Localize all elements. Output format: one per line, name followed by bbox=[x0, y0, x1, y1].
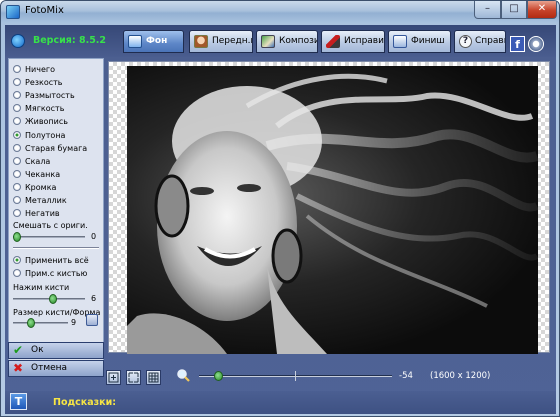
effect-option[interactable]: Размытость bbox=[13, 89, 75, 101]
effect-option-selected[interactable]: Полутона bbox=[13, 129, 65, 141]
maximize-button[interactable]: □ bbox=[501, 1, 527, 19]
main-client-area: Версия: 8.5.2 Фон Передн.п Компози Испра… bbox=[5, 25, 556, 414]
brush-pressure-label: Нажим кисти bbox=[13, 283, 70, 292]
effect-option[interactable]: Кромка bbox=[13, 181, 56, 193]
slider-knob[interactable] bbox=[13, 232, 21, 242]
brush-pressure-value: 6 bbox=[91, 294, 97, 303]
tab-label: Исправи bbox=[344, 36, 384, 46]
radio-dot bbox=[13, 209, 21, 217]
zoom-value: -54 bbox=[399, 371, 413, 381]
expand-icon bbox=[128, 372, 139, 383]
blend-value: 0 bbox=[91, 232, 97, 241]
tab-compose[interactable]: Компози bbox=[256, 30, 318, 53]
tab-label: Компози bbox=[279, 36, 318, 46]
help-icon: ? bbox=[459, 35, 472, 48]
compose-icon bbox=[261, 35, 275, 48]
brush-size-value: 9 bbox=[71, 318, 77, 327]
facebook-icon[interactable]: f bbox=[510, 36, 525, 52]
brush-size-slider[interactable]: 9 bbox=[13, 318, 83, 328]
slider-knob[interactable] bbox=[49, 294, 57, 304]
tab-foreground[interactable]: Передн.п bbox=[189, 30, 253, 53]
grid-icon bbox=[148, 372, 159, 383]
minimize-button[interactable]: – bbox=[474, 1, 501, 19]
radio-dot bbox=[13, 256, 21, 264]
preview-image bbox=[127, 66, 538, 354]
brush-shape-button[interactable] bbox=[86, 314, 98, 326]
cancel-label: Отмена bbox=[31, 363, 68, 373]
effect-option[interactable]: Ничего bbox=[13, 63, 55, 75]
slider-knob[interactable] bbox=[27, 318, 35, 328]
effect-option[interactable]: Металлик bbox=[13, 194, 67, 206]
blend-slider[interactable]: 0 bbox=[13, 232, 101, 242]
image-dimensions: (1600 x 1200) bbox=[430, 371, 491, 381]
tab-help[interactable]: ? Справка bbox=[454, 30, 506, 53]
title-bar[interactable]: FotoMix – □ ✕ bbox=[1, 1, 559, 23]
website-icon[interactable] bbox=[528, 36, 544, 52]
image-canvas[interactable] bbox=[108, 61, 550, 354]
effect-option[interactable]: Живопись bbox=[13, 115, 68, 127]
finish-icon bbox=[393, 35, 407, 48]
close-button[interactable]: ✕ bbox=[527, 1, 557, 19]
cancel-x-icon: ✖ bbox=[13, 361, 24, 375]
globe-icon[interactable] bbox=[11, 34, 25, 48]
radio-dot bbox=[13, 183, 21, 191]
radio-dot bbox=[13, 131, 21, 139]
ok-label: Ок bbox=[31, 345, 44, 355]
radio-dot bbox=[13, 196, 21, 204]
tab-finish[interactable]: Финиш bbox=[388, 30, 451, 53]
radio-dot bbox=[13, 91, 21, 99]
effect-option[interactable]: Резкость bbox=[13, 76, 63, 88]
brush-icon bbox=[326, 35, 340, 48]
blend-label: Смешать с ориги. bbox=[13, 221, 88, 230]
fit-window-button[interactable] bbox=[106, 370, 121, 385]
hints-label: Подсказки: bbox=[53, 397, 117, 408]
top-toolbar: Версия: 8.5.2 Фон Передн.п Компози Испра… bbox=[5, 25, 556, 57]
effect-option[interactable]: Чеканка bbox=[13, 168, 60, 180]
full-size-button[interactable] bbox=[126, 370, 141, 385]
radio-dot bbox=[13, 269, 21, 277]
portrait-icon bbox=[194, 35, 208, 48]
divider bbox=[13, 247, 99, 249]
cancel-button[interactable]: ✖ Отмена bbox=[8, 360, 104, 377]
magnifier-icon bbox=[177, 369, 190, 382]
tab-label: Справка bbox=[475, 36, 505, 46]
woman-with-smoke-hair-image bbox=[127, 73, 538, 354]
radio-dot bbox=[13, 157, 21, 165]
radio-dot bbox=[13, 65, 21, 73]
tab-background[interactable]: Фон bbox=[123, 30, 184, 53]
brush-pressure-slider[interactable]: 6 bbox=[13, 294, 101, 304]
tips-toggle-icon[interactable]: T bbox=[10, 393, 27, 410]
app-window: FotoMix – □ ✕ Версия: 8.5.2 Фон Передн.п… bbox=[0, 0, 560, 417]
tab-label: Финиш bbox=[411, 36, 445, 46]
background-icon bbox=[128, 35, 142, 48]
fotomix-app-icon bbox=[6, 5, 20, 19]
effect-option[interactable]: Старая бумага bbox=[13, 142, 87, 154]
apply-brush-option[interactable]: Прим.с кистью bbox=[13, 267, 87, 279]
fit-icon bbox=[108, 372, 119, 383]
apply-all-option[interactable]: Применить всё bbox=[13, 254, 89, 266]
effect-option[interactable]: Мягкость bbox=[13, 102, 64, 114]
slider-knob[interactable] bbox=[214, 371, 223, 381]
tab-label: Передн.п bbox=[212, 36, 253, 46]
effect-option[interactable]: Скала bbox=[13, 155, 50, 167]
status-bar: T Подсказки: bbox=[5, 391, 556, 414]
slider-track bbox=[13, 322, 68, 324]
slider-center-tick bbox=[295, 371, 296, 381]
grid-button[interactable] bbox=[146, 370, 161, 385]
radio-dot bbox=[13, 117, 21, 125]
tab-label: Фон bbox=[146, 36, 168, 46]
version-label: Версия: 8.5.2 bbox=[33, 35, 107, 46]
tab-correct[interactable]: Исправи bbox=[321, 30, 385, 53]
check-icon: ✔ bbox=[13, 343, 24, 357]
window-title: FotoMix bbox=[25, 5, 64, 16]
radio-dot bbox=[13, 144, 21, 152]
slider-track bbox=[13, 236, 85, 238]
zoom-slider[interactable] bbox=[199, 371, 392, 381]
radio-dot bbox=[13, 170, 21, 178]
radio-dot bbox=[13, 78, 21, 86]
effect-option[interactable]: Негатив bbox=[13, 207, 60, 219]
radio-dot bbox=[13, 104, 21, 112]
ok-button[interactable]: ✔ Ок bbox=[8, 342, 104, 359]
